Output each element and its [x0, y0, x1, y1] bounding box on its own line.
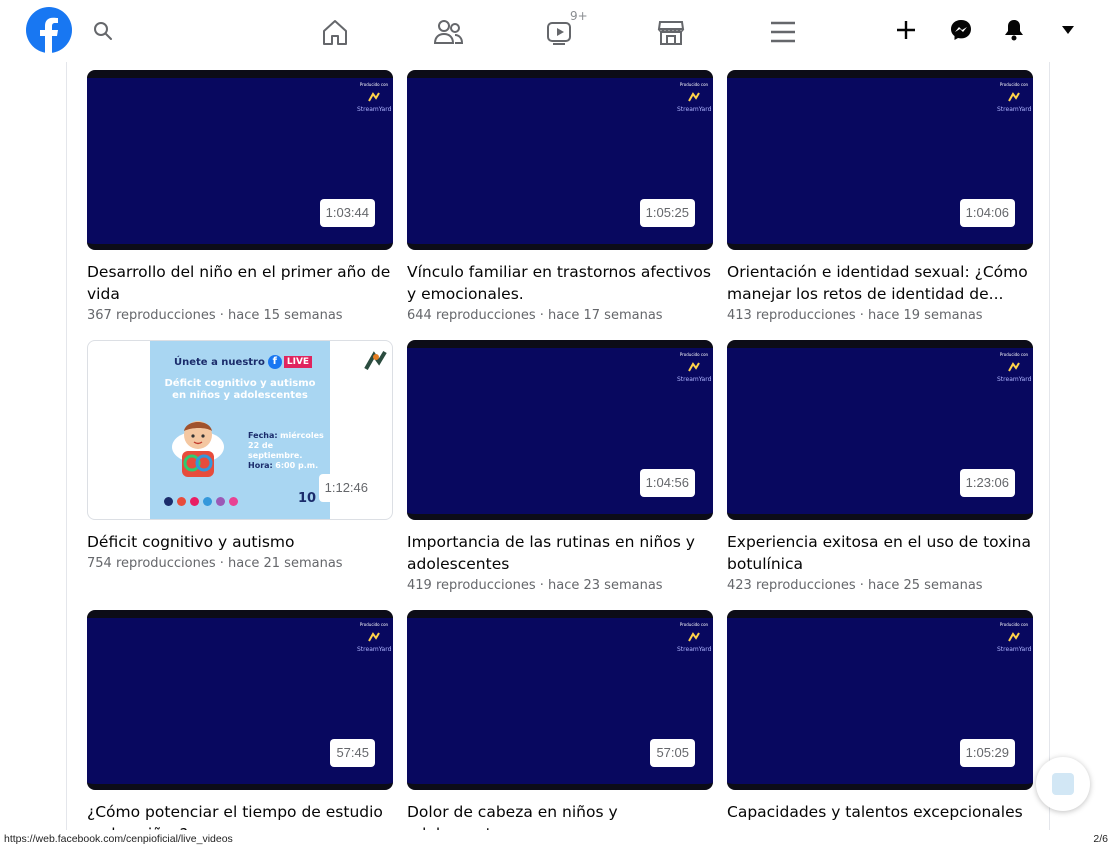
video-duration: 1:05:25 — [639, 199, 695, 227]
video-duration: 1:04:06 — [959, 199, 1015, 227]
video-meta: 754 reproducciones · hace 21 semanas — [87, 556, 343, 571]
status-bar: https://web.facebook.com/cenpioficial/li… — [0, 830, 1114, 846]
new-message-icon — [1052, 773, 1074, 795]
partner-logos — [164, 497, 238, 506]
video-thumbnail[interactable]: Únete a nuestro f LIVE Déficit cognitivo y… — [87, 340, 393, 520]
bell-icon[interactable] — [998, 14, 1030, 46]
streamyard-watermark — [364, 350, 387, 370]
video-duration: 1:12:46 — [318, 474, 374, 502]
video-thumbnail[interactable]: Producido con StreamYard 1:05:29 — [727, 610, 1033, 790]
home-icon[interactable] — [315, 12, 355, 52]
poster-heading: Únete a nuestro f LIVE — [174, 355, 313, 369]
video-meta: 367 reproducciones · hace 15 semanas — [87, 308, 343, 323]
video-meta: 644 reproducciones · hace 17 semanas — [407, 308, 663, 323]
live-videos-panel: Producido con StreamYard 1:03:44 Desarro… — [66, 62, 1050, 830]
streamyard-watermark: Producido con StreamYard — [677, 352, 712, 383]
menu-icon[interactable] — [763, 12, 803, 52]
video-thumbnail[interactable]: Producido con StreamYard 1:03:44 — [87, 70, 393, 250]
video-thumbnail[interactable]: Producido con StreamYard 1:04:06 — [727, 70, 1033, 250]
video-thumbnail[interactable]: Producido con StreamYard 57:05 — [407, 610, 713, 790]
search-icon[interactable] — [90, 18, 116, 44]
top-navigation-bar: 9+ — [0, 0, 1114, 62]
messenger-icon[interactable] — [945, 14, 977, 46]
streamyard-watermark: Producido con StreamYard — [357, 622, 392, 653]
video-thumbnail[interactable]: Producido con StreamYard 57:45 — [87, 610, 393, 790]
video-duration: 1:03:44 — [319, 199, 375, 227]
poster-title: Déficit cognitivo y autismo en niños y a… — [164, 378, 316, 401]
status-url: https://web.facebook.com/cenpioficial/li… — [4, 833, 233, 845]
video-title[interactable]: Déficit cognitivo y autismo — [87, 531, 393, 553]
page-indicator: 2/6 — [1093, 833, 1108, 845]
caret-down-icon[interactable] — [1054, 16, 1082, 44]
streamyard-watermark: Producido con StreamYard — [997, 352, 1032, 383]
video-title[interactable]: Experiencia exitosa en el uso de toxina … — [727, 531, 1033, 575]
video-meta: 413 reproducciones · hace 19 semanas — [727, 308, 983, 323]
video-title[interactable]: Orientación e identidad sexual: ¿Cómo ma… — [727, 261, 1033, 305]
video-thumbnail[interactable]: Producido con StreamYard 1:05:25 — [407, 70, 713, 250]
streamyard-watermark: Producido con StreamYard — [357, 82, 392, 113]
marketplace-icon[interactable] — [651, 12, 691, 52]
video-title[interactable]: Vínculo familiar en trastornos afectivos… — [407, 261, 713, 305]
video-title[interactable]: Importancia de las rutinas en niños y ad… — [407, 531, 713, 575]
video-title[interactable]: Desarrollo del niño en el primer año de … — [87, 261, 393, 305]
floating-chat-button[interactable] — [1036, 757, 1090, 811]
streamyard-watermark: Producido con StreamYard — [997, 82, 1032, 113]
video-duration: 57:05 — [650, 739, 695, 767]
live-promo-poster: Únete a nuestro f LIVE Déficit cognitivo y… — [150, 341, 330, 519]
facebook-logo-icon[interactable] — [26, 7, 72, 53]
friends-icon[interactable] — [428, 12, 468, 52]
anniversary-badge: 10 — [298, 491, 317, 506]
video-duration: 1:04:56 — [639, 469, 695, 497]
video-duration: 57:45 — [330, 739, 375, 767]
plus-icon[interactable] — [890, 14, 922, 46]
video-meta: 419 reproducciones · hace 23 semanas — [407, 578, 663, 593]
video-thumbnail[interactable]: Producido con StreamYard 1:23:06 — [727, 340, 1033, 520]
video-duration: 1:23:06 — [959, 469, 1015, 497]
watch-notification-badge: 9+ — [570, 9, 588, 23]
streamyard-watermark: Producido con StreamYard — [997, 622, 1032, 653]
video-title[interactable]: ¿Cómo potenciar el tiempo de estudio en … — [87, 801, 393, 830]
poster-schedule: Fecha: miércoles 22 de septiembre. Hora:… — [248, 431, 324, 470]
video-title[interactable]: Dolor de cabeza en niños y adolescentes — [407, 801, 713, 830]
video-duration: 1:05:29 — [959, 739, 1015, 767]
child-illustration — [172, 421, 224, 477]
video-thumbnail[interactable]: Producido con StreamYard 1:04:56 — [407, 340, 713, 520]
facebook-logo-icon: f — [267, 355, 282, 369]
streamyard-watermark: Producido con StreamYard — [677, 622, 712, 653]
video-title[interactable]: Capacidades y talentos excepcionales — [727, 801, 1033, 823]
streamyard-watermark: Producido con StreamYard — [677, 82, 712, 113]
video-meta: 423 reproducciones · hace 25 semanas — [727, 578, 983, 593]
